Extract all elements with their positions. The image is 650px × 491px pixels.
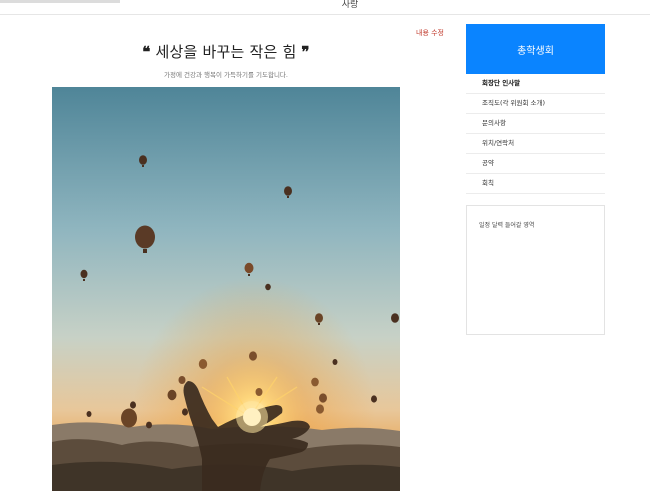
sidebar-item-inquiry[interactable]: 문의사항 bbox=[466, 114, 605, 134]
sidebar-item-greeting[interactable]: 회장단 인사말 bbox=[466, 74, 605, 94]
sidebar-item-pledges[interactable]: 공약 bbox=[466, 154, 605, 174]
sidebar-menu: 회장단 인사말 조직도(각 위원회 소개) 문의사항 위치/연락처 공약 회칙 bbox=[466, 74, 605, 194]
calendar-placeholder-panel: 일정 달력 들어갈 영역 bbox=[466, 205, 605, 335]
page-title: 사랑 bbox=[341, 0, 359, 10]
heading-text: 세상을 바꾸는 작은 힘 bbox=[155, 43, 297, 61]
sidebar-header: 총학생회 bbox=[466, 24, 605, 74]
top-bar: 사랑 bbox=[0, 0, 650, 15]
sidebar-item-location[interactable]: 위치/연락처 bbox=[466, 134, 605, 154]
subtitle: 가정에 건강과 행복이 가득하기를 기도합니다. bbox=[164, 71, 288, 79]
calendar-placeholder-text: 일정 달력 들어갈 영역 bbox=[479, 222, 535, 229]
close-quote-icon: ❞ bbox=[301, 43, 310, 61]
sidebar-item-organization[interactable]: 조직도(각 위원회 소개) bbox=[466, 94, 605, 114]
hero-image-balloons-hand bbox=[52, 87, 400, 491]
sidebar-item-rules[interactable]: 회칙 bbox=[466, 174, 605, 194]
sidebar: 총학생회 회장단 인사말 조직도(각 위원회 소개) 문의사항 위치/연락처 공… bbox=[466, 24, 605, 194]
open-quote-icon: ❝ bbox=[142, 43, 151, 61]
edit-content-link[interactable]: 내용 수정 bbox=[416, 28, 444, 38]
main-heading: ❝ 세상을 바꾸는 작은 힘 ❞ bbox=[52, 41, 400, 62]
